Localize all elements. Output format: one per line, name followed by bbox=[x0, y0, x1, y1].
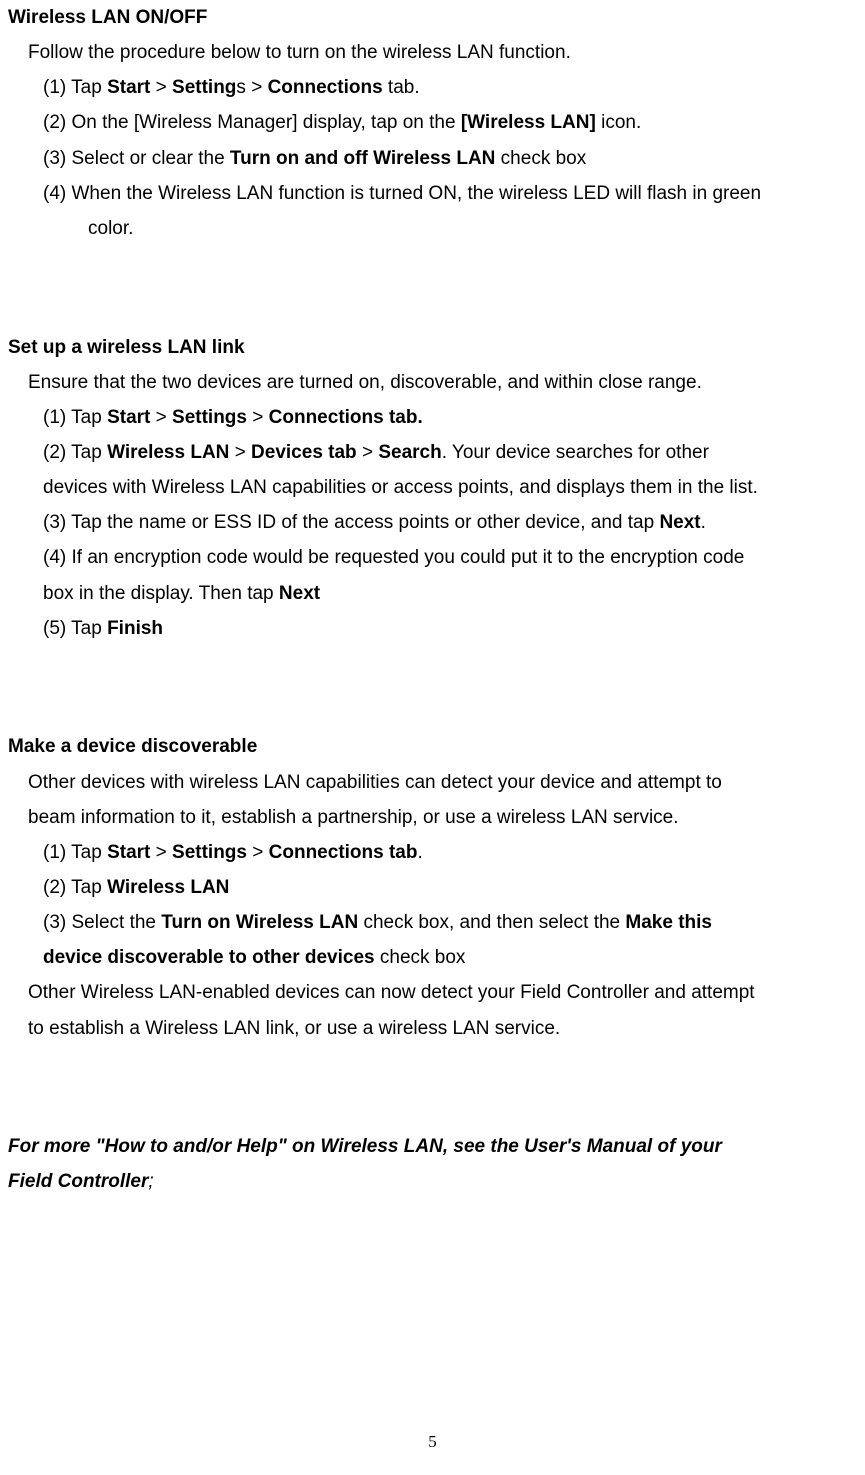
step-2-2: (2) Tap Wireless LAN > Devices tab > Sea… bbox=[43, 435, 857, 470]
section3-steps: (1) Tap Start > Settings > Connections t… bbox=[8, 835, 857, 976]
footer-line-2: Field Controller; bbox=[8, 1164, 857, 1199]
section-wireless-on-off: Wireless LAN ON/OFF Follow the procedure… bbox=[8, 0, 857, 246]
step-2-5: (5) Tap Finish bbox=[43, 611, 857, 646]
footer-line-1: For more "How to and/or Help" on Wireles… bbox=[8, 1129, 857, 1164]
step-2-3: (3) Tap the name or ESS ID of the access… bbox=[43, 505, 857, 540]
step-1-2: (2) On the [Wireless Manager] display, t… bbox=[43, 105, 857, 140]
section-setup-link: Set up a wireless LAN link Ensure that t… bbox=[8, 330, 857, 646]
section3-outro-2: to establish a Wireless LAN link, or use… bbox=[8, 1011, 857, 1046]
step-3-2: (2) Tap Wireless LAN bbox=[43, 870, 857, 905]
step-3-3: (3) Select the Turn on Wireless LAN chec… bbox=[43, 905, 857, 940]
step-2-4-cont: box in the display. Then tap Next bbox=[43, 576, 857, 611]
footer-note: For more "How to and/or Help" on Wireles… bbox=[8, 1129, 857, 1199]
step-1-3: (3) Select or clear the Turn on and off … bbox=[43, 141, 857, 176]
page-number: 5 bbox=[0, 1426, 865, 1457]
section3-intro-2: beam information to it, establish a part… bbox=[8, 800, 857, 835]
section1-intro: Follow the procedure below to turn on th… bbox=[8, 35, 857, 70]
section1-steps: (1) Tap Start > Settings > Connections t… bbox=[8, 70, 857, 246]
section2-title: Set up a wireless LAN link bbox=[8, 330, 857, 365]
section3-outro-1: Other Wireless LAN-enabled devices can n… bbox=[8, 975, 857, 1010]
step-2-4: (4) If an encryption code would be reque… bbox=[43, 540, 857, 575]
section3-title: Make a device discoverable bbox=[8, 729, 857, 764]
step-3-1: (1) Tap Start > Settings > Connections t… bbox=[43, 835, 857, 870]
step-1-4: (4) When the Wireless LAN function is tu… bbox=[43, 176, 857, 246]
section1-title: Wireless LAN ON/OFF bbox=[8, 0, 857, 35]
section3-intro-1: Other devices with wireless LAN capabili… bbox=[8, 765, 857, 800]
step-1-1: (1) Tap Start > Settings > Connections t… bbox=[43, 70, 857, 105]
section-make-discoverable: Make a device discoverable Other devices… bbox=[8, 729, 857, 1045]
step-3-3-cont: device discoverable to other devices che… bbox=[43, 940, 857, 975]
step-2-1: (1) Tap Start > Settings > Connections t… bbox=[43, 400, 857, 435]
section2-steps: (1) Tap Start > Settings > Connections t… bbox=[8, 400, 857, 646]
section2-intro: Ensure that the two devices are turned o… bbox=[8, 365, 857, 400]
step-2-2-cont: devices with Wireless LAN capabilities o… bbox=[43, 470, 857, 505]
